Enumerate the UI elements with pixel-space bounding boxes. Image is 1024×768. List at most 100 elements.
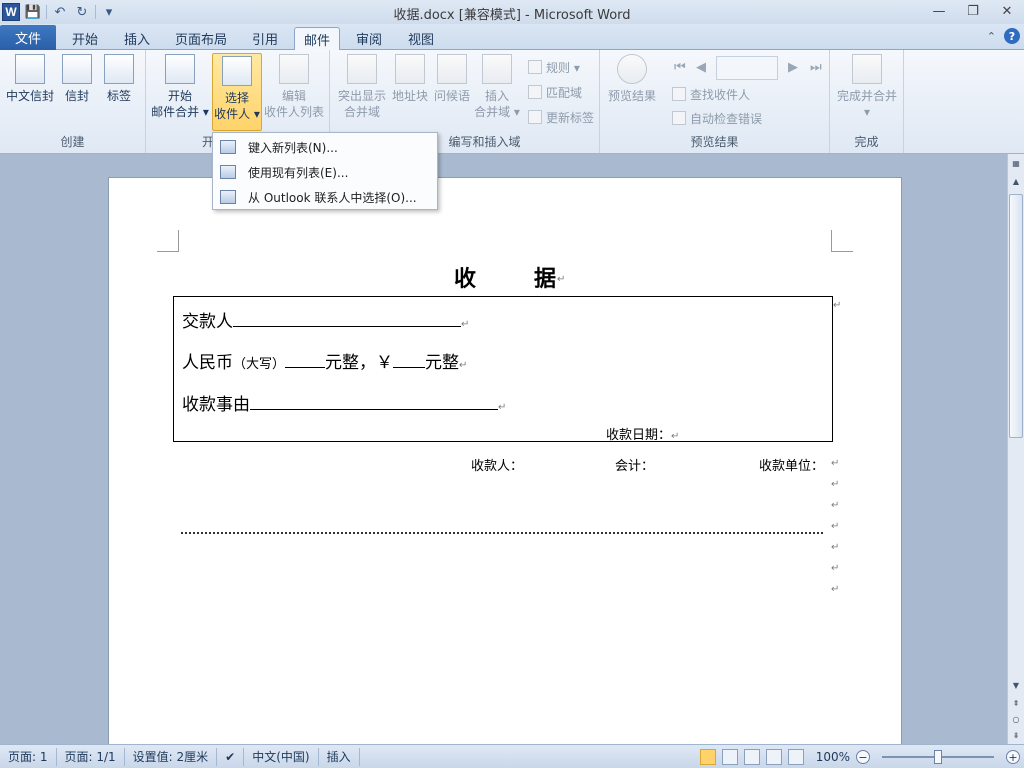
- restore-button[interactable]: ❐: [956, 0, 990, 22]
- next-page-icon[interactable]: ⇟: [1009, 728, 1023, 742]
- document-area[interactable]: 收据 ↵ ↵ 交款人 ↵ 人民币（大写） 元整，￥ 元整↵ 收款事由 ↵ 收款日期：↵ …: [0, 154, 1007, 744]
- next-record-icon[interactable]: ▶: [788, 60, 798, 75]
- greeting-line-icon: [437, 54, 467, 84]
- web-layout-icon[interactable]: [743, 749, 760, 765]
- chinese-envelope-button[interactable]: 中文信封: [6, 54, 54, 104]
- greeting-line-label: 问候语: [433, 89, 470, 103]
- menu-type-new-list-label: 键入新列表(N)...: [248, 140, 338, 155]
- previous-page-icon[interactable]: ⇞: [1009, 696, 1023, 710]
- finish-merge-label: 完成并合并: [836, 89, 897, 103]
- match-fields-button[interactable]: 匹配域: [528, 81, 582, 103]
- finish-merge-arrow: ▾: [863, 105, 871, 119]
- auto-check-errors-button[interactable]: 自动检查错误: [672, 107, 762, 129]
- full-screen-reading-icon[interactable]: [721, 749, 738, 765]
- menu-outlook-contacts[interactable]: 从 Outlook 联系人中选择(O)...: [213, 185, 437, 209]
- update-labels-label: 更新标签: [546, 110, 595, 125]
- paragraph-mark: ↵: [831, 542, 840, 553]
- tab-mailings[interactable]: 邮件: [294, 27, 340, 51]
- proofing-icon[interactable]: ✔: [217, 747, 245, 766]
- zoom-level[interactable]: 100%: [816, 750, 850, 764]
- tab-view[interactable]: 视图: [398, 27, 444, 50]
- paragraph-mark: ↵: [831, 521, 840, 532]
- receipt-box: 交款人 ↵ 人民币（大写） 元整，￥ 元整↵ 收款事由 ↵ 收款日期：↵: [173, 296, 833, 443]
- labels-button[interactable]: 标签: [102, 54, 136, 104]
- select-recipients-button[interactable]: 选择 收件人 ▾: [212, 53, 262, 131]
- group-create: 中文信封 信封 标签 创建: [0, 50, 146, 153]
- minimize-button[interactable]: —: [922, 0, 956, 22]
- last-record-icon[interactable]: ⏭: [810, 60, 822, 75]
- collapse-ribbon-icon[interactable]: ⌃: [987, 30, 996, 43]
- menu-type-new-list[interactable]: 键入新列表(N)...: [213, 135, 437, 159]
- greeting-line-button[interactable]: 问候语: [432, 54, 472, 104]
- tab-home[interactable]: 开始: [62, 27, 108, 50]
- highlight-line1: 突出显示: [337, 89, 386, 103]
- browse-object-icon[interactable]: ○: [1009, 712, 1023, 726]
- status-insert-mode[interactable]: 插入: [319, 747, 360, 766]
- tab-insert[interactable]: 插入: [114, 27, 160, 50]
- envelope-label: 信封: [64, 89, 89, 103]
- margin-corner-top-left: [157, 230, 179, 252]
- outline-view-icon[interactable]: [765, 749, 782, 765]
- scroll-thumb[interactable]: [1009, 194, 1023, 438]
- record-number-input[interactable]: [716, 56, 778, 80]
- print-layout-view-icon[interactable]: [699, 749, 716, 765]
- menu-use-existing-list-label: 使用现有列表(E)...: [248, 165, 349, 180]
- group-preview-label: 预览结果: [690, 135, 739, 149]
- group-finish: 完成并合并 ▾ 完成: [830, 50, 904, 153]
- address-block-button[interactable]: 地址块: [390, 54, 430, 104]
- document-page[interactable]: 收据 ↵ ↵ 交款人 ↵ 人民币（大写） 元整，￥ 元整↵ 收款事由 ↵ 收款日期：↵ …: [108, 177, 902, 744]
- payer-line[interactable]: 交款人 ↵: [182, 307, 469, 332]
- zoom-slider[interactable]: [882, 750, 994, 764]
- preview-results-button-label: 预览结果: [607, 89, 656, 103]
- insert-merge-field-button[interactable]: 插入 合并域 ▾: [474, 54, 520, 120]
- menu-outlook-contacts-label: 从 Outlook 联系人中选择(O)...: [248, 190, 417, 205]
- help-icon[interactable]: ?: [1004, 28, 1020, 44]
- envelope-button[interactable]: 信封: [60, 54, 94, 104]
- tab-file[interactable]: 文件: [0, 25, 56, 50]
- status-language[interactable]: 中文(中国): [244, 747, 319, 766]
- tab-references[interactable]: 引用: [242, 27, 288, 50]
- reason-line[interactable]: 收款事由 ↵: [182, 390, 506, 415]
- receipt-title[interactable]: 收据: [454, 261, 558, 293]
- edit-recipient-list-button[interactable]: 编辑 收件人列表: [262, 54, 326, 120]
- paragraph-mark: ↵: [498, 402, 507, 413]
- zoom-out-icon[interactable]: −: [856, 750, 870, 764]
- zoom-in-icon[interactable]: +: [1006, 750, 1020, 764]
- tab-page-layout[interactable]: 页面布局: [166, 27, 236, 50]
- paragraph-mark: ↵: [833, 300, 842, 311]
- group-finish-label: 完成: [854, 135, 879, 149]
- status-setting[interactable]: 设置值: 2厘米: [125, 747, 218, 766]
- accountant-label[interactable]: 会计：: [615, 455, 654, 474]
- finish-merge-icon: [852, 54, 882, 84]
- labels-label: 标签: [106, 89, 131, 103]
- rmb-line[interactable]: 人民币（大写） 元整，￥ 元整↵: [182, 348, 467, 373]
- tab-review[interactable]: 审阅: [346, 27, 392, 50]
- scroll-down-icon[interactable]: ▼: [1009, 678, 1023, 692]
- draft-view-icon[interactable]: [787, 749, 804, 765]
- rules-button[interactable]: 规则 ▾: [528, 56, 580, 78]
- start-mail-merge-button[interactable]: 开始 邮件合并 ▾: [150, 54, 210, 120]
- receiver-label[interactable]: 收款人：: [471, 455, 523, 474]
- update-labels-button[interactable]: 更新标签: [528, 106, 594, 128]
- date-line[interactable]: 收款日期：↵: [606, 424, 679, 443]
- scroll-up-icon[interactable]: ▲: [1009, 174, 1023, 188]
- paragraph-mark: ↵: [831, 479, 840, 490]
- status-pages[interactable]: 页面: 1/1: [57, 747, 125, 766]
- highlight-merge-fields-button[interactable]: 突出显示 合并域: [336, 54, 388, 120]
- finish-merge-button[interactable]: 完成并合并 ▾: [834, 54, 900, 120]
- zoom-slider-thumb[interactable]: [934, 750, 942, 764]
- highlight-fields-icon: [347, 54, 377, 84]
- close-button[interactable]: ✕: [990, 0, 1024, 22]
- menu-use-existing-list[interactable]: 使用现有列表(E)...: [213, 160, 437, 184]
- unit-label[interactable]: 收款单位：: [759, 455, 824, 474]
- previous-record-icon[interactable]: ◀: [696, 60, 706, 75]
- edit-list-icon: [279, 54, 309, 84]
- first-record-icon[interactable]: ⏮: [674, 60, 686, 75]
- auto-check-icon: [672, 111, 686, 125]
- paragraph-mark: ↵: [831, 563, 840, 574]
- find-recipient-button[interactable]: 查找收件人: [672, 83, 750, 105]
- preview-results-button[interactable]: 预览结果: [606, 54, 658, 104]
- vertical-scrollbar[interactable]: ▦ ▲ ▼ ⇞ ○ ⇟: [1007, 154, 1024, 744]
- status-page[interactable]: 页面: 1: [0, 747, 57, 766]
- ruler-toggle-icon[interactable]: ▦: [1009, 156, 1023, 170]
